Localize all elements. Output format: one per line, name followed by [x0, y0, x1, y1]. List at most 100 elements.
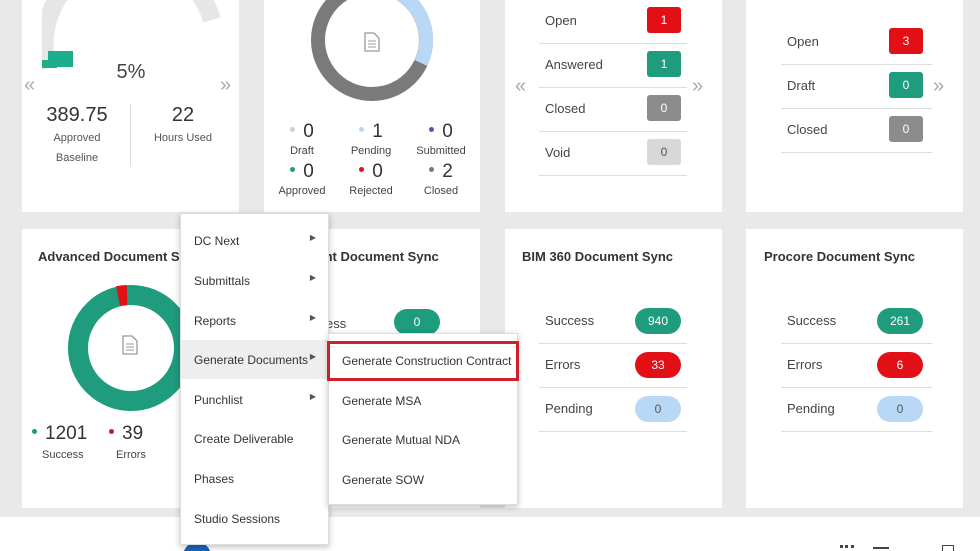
sync-row-label: Success: [545, 313, 595, 328]
status-count-badge: 1: [647, 7, 681, 33]
status-dot: [429, 127, 435, 133]
submenu-item-generate-msa[interactable]: Generate MSA: [329, 381, 517, 420]
status-row-label: Open: [787, 34, 819, 49]
expand-icon[interactable]: [942, 545, 954, 551]
list-icon[interactable]: [873, 547, 889, 549]
bim360-sync-card: BIM 360 Document Sync Success 940 Errors 33…: [505, 229, 722, 508]
submenu-item-generate-sow[interactable]: Generate SOW: [329, 460, 517, 499]
hours-label: Hours Used: [153, 132, 213, 144]
status-dot: [290, 127, 296, 133]
menu-item-dc-next[interactable]: DC Next ▶: [181, 221, 328, 260]
submenu-arrow-icon: ▶: [309, 352, 316, 361]
menu-item-submittals[interactable]: Submittals ▶: [181, 261, 328, 300]
generate-documents-submenu: Generate Construction Contract Generate M…: [327, 333, 519, 505]
sync-count-pill: 0: [635, 396, 681, 422]
status-stat-label: Pending: [350, 145, 392, 157]
menu-item-studio-sessions[interactable]: Studio Sessions: [181, 499, 328, 538]
prev-chevron-icon[interactable]: «: [24, 74, 35, 97]
sync-row: Pending 0: [539, 388, 687, 432]
menu-item-reports[interactable]: Reports ▶: [181, 301, 328, 340]
status-count-badge: 1: [647, 51, 681, 77]
sync-row: Pending 0: [781, 388, 932, 432]
menu-item-punchlist[interactable]: Punchlist ▶: [181, 380, 328, 419]
approved-label: Approved: [53, 132, 101, 144]
menu-item-label: Punchlist: [194, 393, 243, 407]
sync-count-pill: 33: [635, 352, 681, 378]
status-stat-value: 1: [341, 121, 401, 143]
sharepoint-sync-title: int Document Sync: [321, 249, 439, 264]
issues-status-card: » Open 3 Draft 0 Closed 0: [746, 0, 963, 212]
status-row[interactable]: Closed 0: [539, 88, 687, 132]
sync-count-pill: 0: [877, 396, 923, 422]
status-stat-label: Draft: [290, 145, 314, 157]
submenu-item-generate-mutual-nda[interactable]: Generate Mutual NDA: [329, 420, 517, 459]
menu-item-create-deliverable[interactable]: Create Deliverable: [181, 419, 328, 458]
document-icon: [122, 335, 138, 355]
next-chevron-icon[interactable]: »: [933, 75, 944, 98]
success-label: Success: [42, 449, 84, 461]
next-chevron-icon[interactable]: »: [692, 75, 703, 98]
errors-dot: [109, 429, 114, 435]
status-row-label: Void: [545, 145, 571, 160]
status-row[interactable]: Open 1: [539, 0, 687, 44]
submenu-item-label: Generate SOW: [342, 473, 425, 487]
status-stat-value: 0: [272, 121, 332, 143]
menu-item-generate-documents[interactable]: Generate Documents ▶: [181, 340, 328, 379]
status-count-badge: 0: [647, 139, 681, 165]
status-row[interactable]: Closed 0: [781, 109, 932, 153]
menu-item-label: Studio Sessions: [194, 512, 281, 526]
prev-chevron-icon[interactable]: «: [515, 75, 526, 98]
sync-row: Errors 6: [781, 344, 932, 388]
status-stat-value: 0: [341, 161, 401, 183]
budget-percent: 5%: [116, 61, 146, 83]
context-menu: DC Next ▶ Submittals ▶ Reports ▶ Generate Docu…: [180, 213, 329, 545]
status-count-badge: 0: [889, 72, 923, 98]
sync-row: Success 940: [539, 300, 687, 344]
menu-item-label: Create Deliverable: [194, 432, 294, 446]
status-stat-value: 2: [411, 161, 471, 183]
advanced-sync-title: Advanced Document Sy: [38, 249, 187, 264]
status-row-label: Answered: [545, 57, 603, 72]
status-row-label: Closed: [545, 101, 586, 116]
next-chevron-icon[interactable]: »: [220, 74, 231, 97]
menu-item-phases[interactable]: Phases: [181, 459, 328, 498]
status-row-label: Open: [545, 13, 577, 28]
status-dot: [429, 167, 435, 173]
bim360-sync-title: BIM 360 Document Sync: [522, 249, 673, 264]
submenu-item-label: Generate MSA: [342, 394, 422, 408]
submenu-arrow-icon: ▶: [309, 273, 316, 282]
status-count-badge: 0: [647, 95, 681, 121]
grid-icon[interactable]: [840, 545, 854, 549]
status-row[interactable]: Draft 0: [781, 65, 932, 109]
submenu-item-generate-construction-contract[interactable]: Generate Construction Contract: [327, 341, 519, 381]
rfi-status-card: « » Open 1 Answered 1 Closed 0 Void 0: [505, 0, 722, 212]
status-row-label: Draft: [787, 78, 816, 93]
highlight-box: [327, 341, 519, 381]
status-dot: [290, 167, 296, 173]
status-row[interactable]: Answered 1: [539, 44, 687, 88]
approved-value: 389.75: [46, 104, 108, 126]
sync-row: Errors 33: [539, 344, 687, 388]
success-dot: [32, 429, 37, 435]
sync-row-label: Errors: [787, 357, 823, 372]
sync-row-label: Pending: [545, 401, 593, 416]
status-value-text: 0: [372, 161, 383, 182]
sync-count-pill: 940: [635, 308, 681, 334]
budget-divider: [130, 104, 131, 166]
status-stat-label: Rejected: [349, 185, 393, 197]
procore-sync-card: Procore Document Sync Success 261 Errors 6 P…: [746, 229, 963, 508]
status-stat-label: Closed: [423, 185, 459, 197]
status-value-text: 0: [442, 121, 453, 142]
menu-item-label: Reports: [194, 314, 237, 328]
sharepoint-row-label: ess: [326, 316, 347, 331]
gauge-green-segment: [48, 51, 73, 67]
submenu-arrow-icon: ▶: [309, 392, 316, 401]
status-count-badge: 3: [889, 28, 923, 54]
status-row[interactable]: Open 3: [781, 21, 932, 65]
status-row[interactable]: Void 0: [539, 132, 687, 176]
status-value-text: 2: [442, 161, 453, 182]
procore-sync-title: Procore Document Sync: [764, 249, 915, 264]
submenu-item-label: Generate Mutual NDA: [342, 433, 461, 447]
status-dot: [359, 127, 365, 133]
status-stat-label: Approved: [278, 185, 326, 197]
